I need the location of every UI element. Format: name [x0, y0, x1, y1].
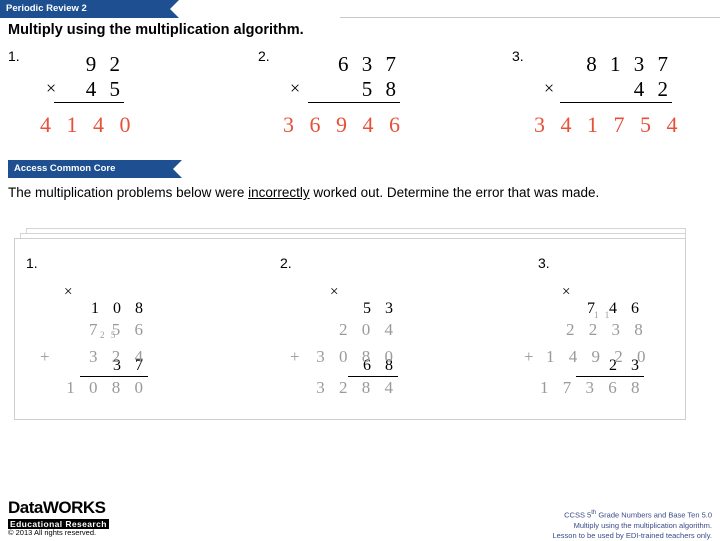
credit-standard-text: Grade Numbers and Base Ten 5.0 — [596, 510, 712, 520]
bottom-problem-2-total: 3 2 8 4 — [316, 378, 398, 397]
copyright-text: © 2013 All rights reserved. — [8, 528, 97, 537]
instructions-after: worked out. Determine the error that was… — [309, 185, 600, 200]
top-problem-3-times-icon: × — [544, 78, 555, 98]
header-divider — [340, 17, 720, 18]
bottom-problem-1-number: 1. — [26, 255, 38, 271]
top-problem-1-times-icon: × — [46, 78, 57, 98]
credits-block: CCSS 5th Grade Numbers and Base Ten 5.0 … — [552, 508, 712, 541]
top-problem-2-number: 2. — [258, 48, 270, 64]
banner-periodic-review: Periodic Review 2 — [0, 0, 179, 18]
bottom-problem-3-partial2: 1 4 9 2 0 — [546, 347, 651, 366]
instructions-underlined: incorrectly — [248, 185, 310, 200]
bottom-problem-1-total: 1 0 8 0 — [66, 378, 148, 397]
top-problem-1-number: 1. — [8, 48, 20, 64]
top-problem-1-multiplier: 4 5 — [54, 77, 124, 103]
dataworks-logo: DataWORKS Educational Research — [8, 498, 109, 529]
bottom-problem-3-times-icon: × — [562, 284, 571, 300]
top-problem-1-multiplicand: 9 2 — [85, 52, 124, 76]
top-problem-2-times-icon: × — [290, 78, 301, 98]
banner-access-common-core: Access Common Core — [8, 160, 182, 178]
bottom-problem-1-times-icon: × — [64, 284, 73, 300]
top-problem-3-multiplier: 4 2 — [560, 77, 672, 103]
top-problem-3: 8 1 3 7 4 2 × — [544, 52, 672, 103]
top-problem-2: 6 3 7 5 8 × — [290, 52, 400, 103]
bottom-problem-3-partial1: 2 2 3 8 — [566, 320, 648, 339]
bottom-problem-2-plus-icon: + — [290, 347, 305, 366]
credit-line-3: Lesson to be used by EDI-trained teacher… — [552, 530, 712, 540]
banner-periodic-review-label: Periodic Review 2 — [6, 3, 87, 14]
bottom-problem-2-partial2: 3 0 8 0 — [316, 347, 398, 366]
credit-line-1: CCSS 5th Grade Numbers and Base Ten 5.0 — [552, 508, 712, 521]
bottom-problem-1-multiplicand: 1 0 8 — [91, 300, 148, 317]
instructions-before: The multiplication problems below were — [8, 185, 249, 200]
bottom-problem-2-multiplicand: 5 3 — [363, 300, 398, 317]
top-problem-3-number: 3. — [512, 48, 524, 64]
bottom-problem-2-times-icon: × — [330, 284, 339, 300]
bottom-problem-2-partial1: 2 0 4 — [339, 320, 398, 339]
bottom-problem-2-number: 2. — [280, 255, 292, 271]
banner-access-common-core-label: Access Common Core — [14, 163, 116, 174]
bottom-problem-1-partial1: 7 5 6 — [89, 320, 148, 339]
top-problem-2-multiplicand: 6 3 7 — [338, 52, 400, 76]
top-problem-2-answer: 3 6 9 4 6 — [283, 112, 405, 137]
top-problem-1-answer: 4 1 4 0 — [40, 112, 136, 137]
logo-works-text: WORKS — [42, 498, 106, 517]
bottom-problem-3-number: 3. — [538, 255, 550, 271]
logo-data-text: Data — [8, 498, 43, 517]
top-problem-1: 9 2 4 5 × — [46, 52, 124, 103]
credit-ccss-label: CCSS 5 — [564, 510, 592, 520]
bottom-problem-3-plus-icon: + — [524, 347, 539, 366]
logo-line-1: DataWORKS — [8, 498, 109, 518]
bottom-problem-1-plus-icon: + — [40, 347, 55, 366]
top-problem-3-answer: 3 4 1 7 5 4 — [534, 112, 683, 137]
instructions-text: The multiplication problems below were i… — [8, 183, 648, 202]
bottom-problem-3-total: 1 7 3 6 8 — [540, 378, 645, 397]
top-problem-2-multiplier: 5 8 — [308, 77, 400, 103]
top-problem-3-multiplicand: 8 1 3 7 — [586, 52, 672, 76]
page-title: Multiply using the multiplication algori… — [8, 22, 304, 38]
credit-line-2: Multiply using the multiplication algori… — [573, 520, 712, 530]
bottom-problem-1-partial2: 3 2 4 — [89, 347, 148, 366]
